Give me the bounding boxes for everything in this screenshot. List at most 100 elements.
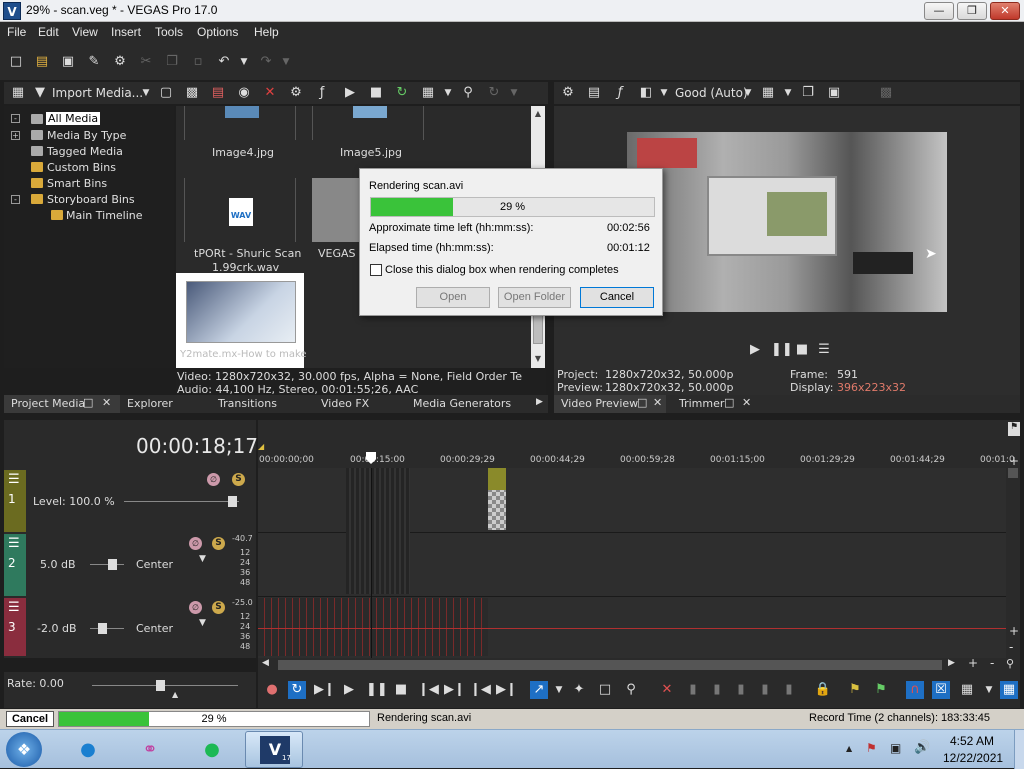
- pause-icon[interactable]: ❚❚: [366, 681, 388, 699]
- trim-end-icon[interactable]: ▮: [732, 681, 750, 699]
- tray-flag-icon[interactable]: ⚑: [866, 741, 877, 755]
- copy-icon[interactable]: ❐: [164, 54, 180, 70]
- delete-icon[interactable]: ✕: [658, 681, 676, 699]
- search-icon[interactable]: ⚲: [460, 85, 476, 101]
- video-fx-icon[interactable]: ƒ: [612, 85, 628, 101]
- cut-icon[interactable]: ✂: [138, 54, 154, 70]
- import-media-button[interactable]: Import Media...: [52, 86, 143, 100]
- insert-marker-icon[interactable]: ⚑: [846, 681, 864, 699]
- open-folder-button[interactable]: Open Folder: [498, 287, 571, 308]
- zoom-out-icon[interactable]: -: [1009, 640, 1013, 654]
- web-media-icon[interactable]: ◉: [236, 85, 252, 101]
- split-dropdown-icon[interactable]: ▼: [656, 85, 672, 101]
- play-from-start-icon[interactable]: ▶❙: [314, 681, 335, 699]
- audacity-icon[interactable]: ⚭: [130, 732, 170, 767]
- go-to-start-icon[interactable]: ❙◀: [418, 681, 439, 699]
- selection-tool-icon[interactable]: □: [596, 681, 614, 699]
- mute-icon[interactable]: ∅: [189, 601, 202, 614]
- zoom-in-icon[interactable]: +: [1009, 624, 1019, 638]
- tab-explorer[interactable]: Explorer: [127, 397, 173, 410]
- show-desktop-button[interactable]: [1014, 730, 1024, 769]
- copy-snapshot-icon[interactable]: ❐: [800, 85, 816, 101]
- zoom-tool-icon[interactable]: ⚲: [1006, 657, 1014, 670]
- media-properties-icon[interactable]: ⚙: [288, 85, 304, 101]
- track-area[interactable]: [258, 468, 1006, 658]
- previous-frame-icon[interactable]: ❙◀: [470, 681, 491, 699]
- tab-project-media[interactable]: Project Media □ ✕: [4, 395, 120, 413]
- undo-icon[interactable]: ↶: [216, 54, 232, 70]
- edge-browser-icon[interactable]: ●: [68, 732, 108, 767]
- close-button[interactable]: ✕: [990, 2, 1020, 20]
- refresh-icon[interactable]: ↻: [486, 85, 502, 101]
- undo-dropdown-icon[interactable]: ▼: [236, 54, 252, 70]
- show-hidden-icons-icon[interactable]: ▲: [846, 744, 852, 753]
- tray-time[interactable]: 4:52 AM: [950, 734, 994, 748]
- media-fx-chain-icon[interactable]: ƒ: [314, 85, 330, 101]
- media-item-image5[interactable]: [312, 106, 424, 140]
- track-2-header-strip[interactable]: ☰ 2: [4, 534, 26, 596]
- solo-icon[interactable]: S: [212, 601, 225, 614]
- get-media-icon[interactable]: ▩: [184, 85, 200, 101]
- new-project-icon[interactable]: □: [8, 54, 24, 70]
- menu-options[interactable]: Options: [197, 25, 238, 39]
- tree-item-main-timeline[interactable]: Main Timeline: [66, 209, 143, 222]
- play-icon[interactable]: ▶: [340, 681, 358, 699]
- ripple-icon[interactable]: ▮: [780, 681, 798, 699]
- go-to-end-icon[interactable]: ▶❙: [444, 681, 465, 699]
- audio-clip-waveform[interactable]: [346, 468, 410, 594]
- media-views-icon[interactable]: ▦: [10, 85, 26, 101]
- tree-item-all-media[interactable]: All Media: [46, 112, 101, 125]
- quality-dropdown-icon[interactable]: ▼: [740, 85, 756, 101]
- media-item-image4[interactable]: [184, 106, 296, 140]
- save-snapshot-icon[interactable]: ▣: [826, 85, 842, 101]
- audio-clip-track3[interactable]: [258, 598, 488, 656]
- redo-icon[interactable]: ↷: [258, 54, 274, 70]
- collapse-storyboard-icon[interactable]: -: [11, 195, 20, 204]
- open-button[interactable]: Open: [416, 287, 490, 308]
- zoom-out-horizontal-icon[interactable]: -: [990, 656, 994, 670]
- paste-icon[interactable]: ▫: [190, 54, 206, 70]
- normal-edit-tool-icon[interactable]: ↗: [530, 681, 548, 699]
- zoom-edit-tool-icon[interactable]: ⚲: [622, 681, 640, 699]
- scroll-right-icon[interactable]: ▶: [948, 658, 955, 668]
- record-icon[interactable]: ●: [263, 681, 281, 699]
- cancel-render-button[interactable]: Cancel: [580, 287, 654, 308]
- insert-region-icon[interactable]: ⚑: [872, 681, 890, 699]
- rate-reset-icon[interactable]: ▲: [172, 690, 178, 699]
- volume-slider-thumb[interactable]: [98, 623, 107, 634]
- tree-item-media-by-type[interactable]: Media By Type: [47, 129, 126, 142]
- lock-icon[interactable]: 🔒: [814, 681, 832, 699]
- minimize-button[interactable]: —: [924, 2, 954, 20]
- scroll-down-icon[interactable]: ▼: [532, 354, 544, 363]
- import-dropdown-icon[interactable]: ▼: [138, 85, 154, 101]
- remove-media-icon[interactable]: ✕: [262, 85, 278, 101]
- pan-dropdown-icon[interactable]: ▼: [199, 554, 206, 564]
- fullscreen-icon[interactable]: ▩: [878, 85, 894, 101]
- volume-slider-thumb[interactable]: [108, 559, 117, 570]
- envelope-tool-icon[interactable]: ✦: [570, 681, 588, 699]
- close-tab-icon[interactable]: ✕: [653, 396, 662, 409]
- solo-icon[interactable]: S: [212, 537, 225, 550]
- play-media-icon[interactable]: ▶: [342, 85, 358, 101]
- snapping-icon[interactable]: ∩: [906, 681, 924, 699]
- close-tab-icon[interactable]: ✕: [742, 396, 751, 409]
- vegas-taskbar-button[interactable]: V 17: [245, 731, 303, 768]
- refresh-dropdown-icon[interactable]: ▼: [506, 85, 522, 101]
- menu-tools[interactable]: Tools: [155, 25, 183, 39]
- overlays-icon[interactable]: ▦: [760, 85, 776, 101]
- level-slider-thumb[interactable]: [228, 496, 237, 507]
- tab-media-generators[interactable]: Media Generators: [413, 397, 511, 410]
- scroll-left-icon[interactable]: ◀: [262, 658, 269, 668]
- rate-slider-track[interactable]: [92, 685, 238, 686]
- ripple-dropdown-icon[interactable]: ▼: [980, 681, 998, 699]
- marker-flag-icon[interactable]: ⚑: [1008, 422, 1020, 436]
- open-folder-icon[interactable]: ▤: [34, 54, 50, 70]
- track-menu-icon[interactable]: ☰: [8, 600, 20, 615]
- tray-network-icon[interactable]: ▣: [890, 741, 901, 755]
- trim-icon[interactable]: ▮: [684, 681, 702, 699]
- track-menu-icon[interactable]: ☰: [8, 472, 20, 487]
- track-1-header-strip[interactable]: ☰ 1: [4, 470, 26, 532]
- timeline-horizontal-scrollbar[interactable]: ◀ ▶ + - ⚲: [258, 656, 1020, 672]
- undock-icon[interactable]: □: [724, 396, 734, 409]
- track-menu-icon[interactable]: ☰: [8, 536, 20, 551]
